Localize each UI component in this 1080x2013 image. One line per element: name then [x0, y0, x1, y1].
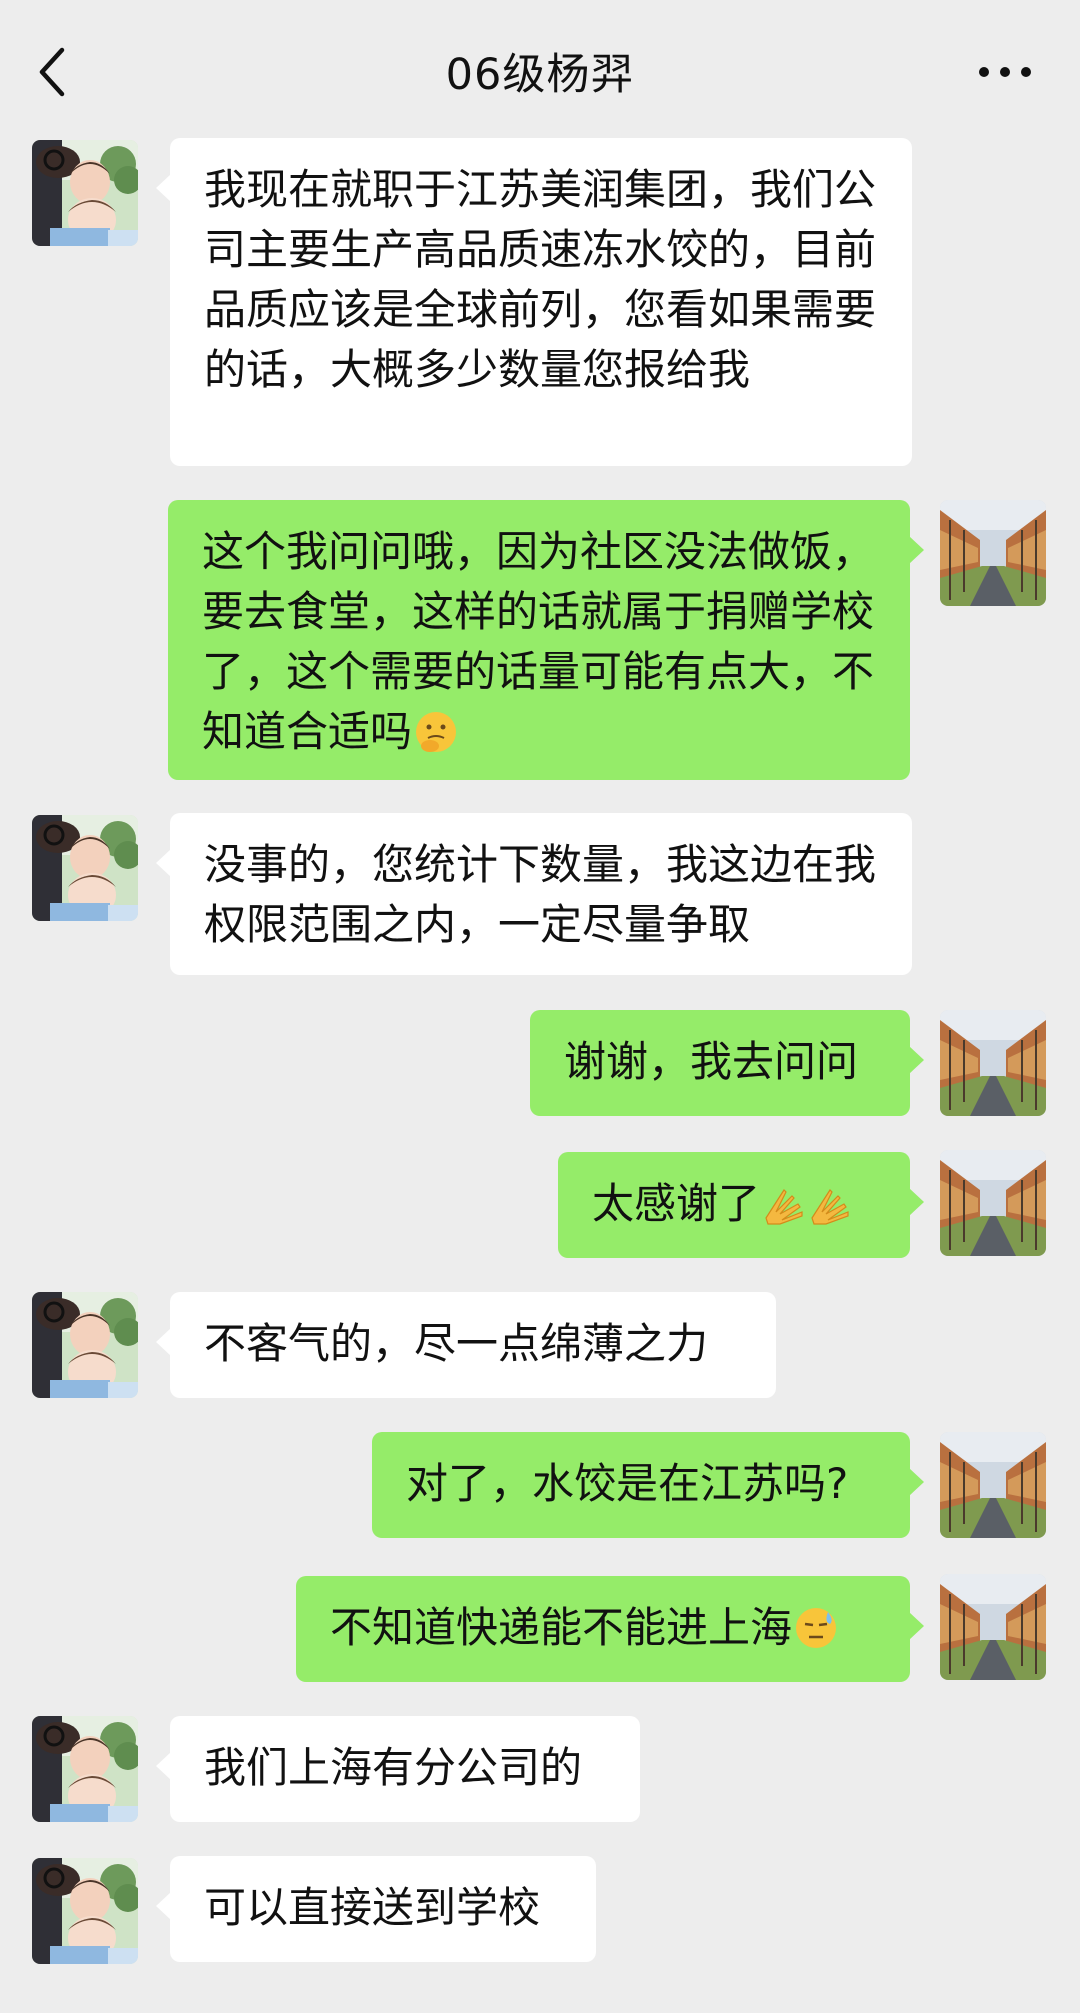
message-text: 谢谢，我去问问 [564, 1037, 859, 1086]
incoming-message-bubble[interactable]: 没事的，您统计下数量，我这边在我权限范围之内，一定尽量争取 [156, 813, 912, 975]
message-text: 不知道快递能不能进上海 [330, 1603, 793, 1652]
contact-avatar[interactable] [32, 1716, 138, 1822]
outgoing-message-bubble[interactable]: 太感谢了 [558, 1152, 924, 1258]
my-avatar[interactable] [940, 1574, 1046, 1680]
my-avatar[interactable] [940, 1010, 1046, 1116]
my-avatar[interactable] [940, 1150, 1046, 1256]
thinking-face-icon [415, 711, 458, 753]
message-text: 我现在就职于江苏美润集团，我们公司主要生产高品质速冻水饺的，目前品质应该是全球前… [204, 165, 877, 394]
incoming-message-bubble[interactable]: 我们上海有分公司的 [156, 1716, 640, 1822]
contact-avatar[interactable] [32, 815, 138, 921]
outgoing-message-bubble[interactable]: 对了，水饺是在江苏吗? [372, 1432, 924, 1538]
my-avatar[interactable] [940, 500, 1046, 606]
message-text: 太感谢了 [592, 1179, 761, 1228]
message-text: 可以直接送到学校 [204, 1883, 541, 1932]
message-text: 这个我问问哦，因为社区没法做饭，要去食堂，这样的话就属于捐赠学校了，这个需要的话… [202, 527, 875, 756]
outgoing-message-bubble[interactable]: 不知道快递能不能进上海 [296, 1576, 924, 1682]
more-options-icon[interactable] [970, 50, 1040, 90]
contact-avatar[interactable] [32, 140, 138, 246]
incoming-message-bubble[interactable]: 我现在就职于江苏美润集团，我们公司主要生产高品质速冻水饺的，目前品质应该是全球前… [156, 138, 912, 466]
incoming-message-bubble[interactable]: 不客气的，尽一点绵薄之力 [156, 1292, 776, 1398]
outgoing-message-bubble[interactable]: 谢谢，我去问问 [530, 1010, 924, 1116]
contact-avatar[interactable] [32, 1292, 138, 1398]
message-text: 对了，水饺是在江苏吗? [406, 1459, 849, 1508]
folded-hands-icon [765, 1189, 803, 1225]
incoming-message-bubble[interactable]: 可以直接送到学校 [156, 1856, 596, 1962]
message-text: 我们上海有分公司的 [204, 1743, 583, 1792]
contact-avatar[interactable] [32, 1858, 138, 1964]
my-avatar[interactable] [940, 1432, 1046, 1538]
message-text: 没事的，您统计下数量，我这边在我权限范围之内，一定尽量争取 [204, 840, 877, 949]
chat-title: 06级杨羿 [445, 50, 635, 100]
folded-hands-icon [811, 1189, 849, 1225]
outgoing-message-bubble[interactable]: 这个我问问哦，因为社区没法做饭，要去食堂，这样的话就属于捐赠学校了，这个需要的话… [168, 500, 924, 780]
sweat-face-icon [794, 1606, 838, 1650]
message-text: 不客气的，尽一点绵薄之力 [204, 1319, 709, 1368]
chat-header: 06级杨羿 [0, 0, 1080, 140]
